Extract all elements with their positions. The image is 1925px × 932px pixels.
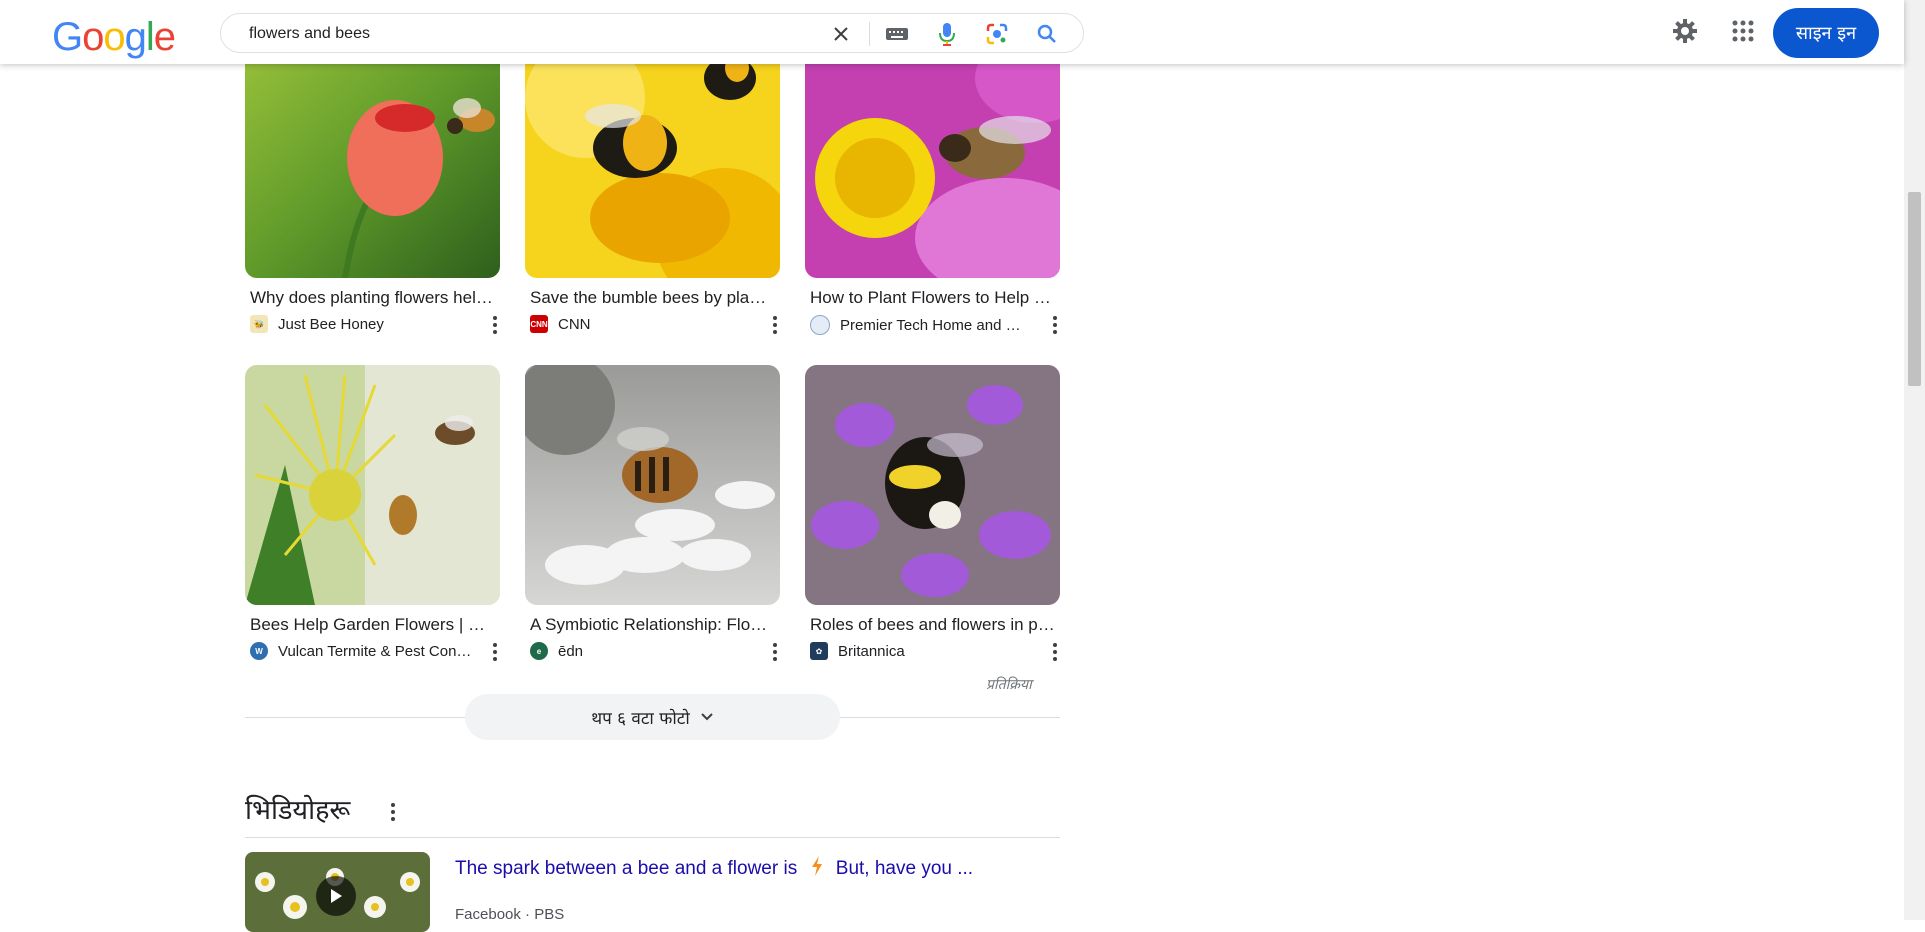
more-options-icon[interactable]	[490, 315, 500, 335]
image-thumbnail[interactable]	[245, 38, 500, 278]
logo-letter: G	[52, 15, 83, 59]
google-logo[interactable]: Google	[52, 14, 176, 60]
more-options-icon[interactable]	[1050, 315, 1060, 335]
scrollbar-thumb[interactable]	[1908, 192, 1921, 386]
cnn-favicon-icon: CNN	[530, 315, 548, 333]
search-box	[220, 13, 1084, 53]
britannica-favicon-icon: ✿	[810, 642, 828, 660]
wordpress-favicon-icon: W	[250, 642, 268, 660]
signin-button[interactable]: साइन इन	[1773, 8, 1879, 58]
apps-grid-icon[interactable]	[1728, 16, 1758, 46]
image-thumbnail[interactable]	[245, 365, 500, 605]
image-result-card[interactable]: Save the bumble bees by planting flowers…	[525, 38, 780, 338]
globe-favicon-icon	[810, 315, 830, 335]
videos-heading: भिडियोहरू	[245, 795, 351, 826]
more-options-icon[interactable]	[490, 642, 500, 662]
keyboard-icon[interactable]	[885, 22, 909, 46]
search-icon[interactable]	[1035, 22, 1059, 46]
source-name: CNN	[558, 315, 591, 333]
clear-icon[interactable]	[829, 22, 853, 46]
more-photos-label: थप ६ वटा फोटो	[591, 708, 690, 729]
video-title-part: The spark between a bee and a flower is	[455, 858, 798, 879]
more-options-icon[interactable]	[1050, 642, 1060, 662]
video-title-part: But, have you ...	[835, 858, 974, 879]
image-source[interactable]: ✿ Britannica	[810, 642, 1032, 660]
source-name: Premier Tech Home and Garden	[840, 316, 1032, 334]
source-name: Britannica	[838, 642, 905, 660]
lightning-emoji-icon	[811, 856, 823, 882]
source-name: Just Bee Honey	[278, 315, 384, 333]
image-title[interactable]: How to Plant Flowers to Help Bees	[810, 288, 1055, 308]
search-divider	[869, 22, 870, 46]
image-source[interactable]: Premier Tech Home and Garden	[810, 315, 1032, 335]
logo-letter: o	[82, 15, 104, 59]
chevron-down-icon	[700, 707, 714, 727]
image-source[interactable]: CNN CNN	[530, 315, 752, 333]
top-header: Google साइन इन	[0, 0, 1904, 64]
video-title-link[interactable]: The spark between a bee and a flower is …	[455, 856, 973, 882]
image-title[interactable]: Bees Help Garden Flowers | Vulcan	[250, 615, 495, 635]
image-title[interactable]: Roles of bees and flowers in pollination	[810, 615, 1055, 635]
more-options-icon[interactable]	[770, 642, 780, 662]
logo-letter: l	[145, 15, 155, 59]
source-name: ēdn	[558, 642, 584, 660]
image-title[interactable]: A Symbiotic Relationship: Flowers and Be…	[530, 615, 775, 635]
divider	[245, 837, 1060, 838]
image-result-card[interactable]: A Symbiotic Relationship: Flowers and Be…	[525, 365, 780, 665]
image-result-card[interactable]: Roles of bees and flowers in pollination…	[805, 365, 1060, 665]
video-source: Facebook · PBS	[455, 906, 565, 923]
search-input[interactable]	[247, 22, 811, 46]
image-source[interactable]: e ēdn	[530, 642, 752, 660]
image-thumbnail[interactable]	[805, 38, 1060, 278]
image-result-card[interactable]: Why does planting flowers help bees? 🐝 J…	[245, 38, 500, 338]
more-options-icon[interactable]	[770, 315, 780, 335]
image-thumbnail[interactable]	[525, 365, 780, 605]
logo-letter: e	[153, 15, 176, 59]
logo-letter: g	[124, 15, 147, 59]
image-thumbnail[interactable]	[805, 365, 1060, 605]
play-icon[interactable]	[316, 876, 356, 916]
lens-icon[interactable]	[985, 22, 1009, 46]
image-title[interactable]: Why does planting flowers help bees?	[250, 288, 495, 308]
feedback-link[interactable]: प्रतिक्रिया	[986, 675, 1032, 694]
more-options-icon[interactable]	[388, 802, 398, 822]
image-title[interactable]: Save the bumble bees by planting flowers	[530, 288, 775, 308]
mic-icon[interactable]	[935, 22, 959, 46]
page-scrollbar[interactable]	[1904, 0, 1925, 920]
source-name: Vulcan Termite & Pest Control	[278, 642, 472, 660]
more-photos-button[interactable]: थप ६ वटा फोटो	[465, 694, 840, 740]
image-result-card[interactable]: How to Plant Flowers to Help Bees Premie…	[805, 38, 1060, 338]
edn-favicon-icon: e	[530, 642, 548, 660]
image-result-card[interactable]: Bees Help Garden Flowers | Vulcan W Vulc…	[245, 365, 500, 665]
logo-letter: o	[103, 15, 125, 59]
image-source[interactable]: 🐝 Just Bee Honey	[250, 315, 472, 333]
image-source[interactable]: W Vulcan Termite & Pest Control	[250, 642, 472, 660]
image-thumbnail[interactable]	[525, 38, 780, 278]
settings-gear-icon[interactable]	[1670, 16, 1700, 46]
bee-favicon-icon: 🐝	[250, 315, 268, 333]
